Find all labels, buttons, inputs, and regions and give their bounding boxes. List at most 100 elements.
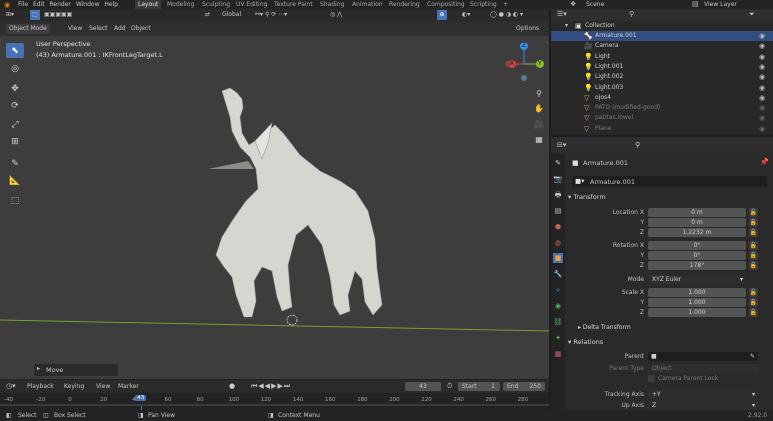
physics-tab-icon[interactable]: ◉ (553, 301, 563, 311)
zoom-icon[interactable]: ⚲ (532, 86, 546, 100)
shading-mode-icons[interactable]: ◯ ● ◑ ◐ ▾ (490, 10, 523, 20)
lock-icon[interactable]: 🔓 (749, 298, 758, 307)
outliner-row[interactable]: ▽ PATO (modified-good) ◉ (551, 103, 773, 113)
lock-icon[interactable]: 🔓 (749, 308, 758, 317)
tab-modeling[interactable]: Modeling (167, 0, 194, 9)
editor-type-icon[interactable]: ⊞▾ (6, 10, 14, 20)
viewport-menu-view[interactable]: View (68, 24, 82, 34)
texture-tab-icon[interactable]: ▦ (553, 349, 563, 359)
pin-icon[interactable]: 📌 (760, 158, 769, 166)
gizmo-toggle-icon[interactable]: ⊕ (437, 10, 447, 20)
timeline-menu-keying[interactable]: Keying (64, 383, 84, 390)
lock-icon[interactable]: 🔓 (749, 241, 758, 250)
stopwatch-icon[interactable]: ⏱ (447, 382, 452, 391)
lock-icon[interactable]: 🔓 (749, 251, 758, 260)
transform-orientation-dropdown[interactable]: Global (222, 10, 241, 20)
scale-x-field[interactable]: 1.000 (648, 288, 746, 297)
object-mode-dropdown[interactable]: Object Mode (6, 24, 50, 34)
location-x-field[interactable]: 0 m (648, 208, 746, 217)
visibility-eye-icon[interactable]: ◉ (759, 72, 765, 82)
scale-tool-icon[interactable]: ⤢ (6, 117, 24, 132)
measure-tool-icon[interactable]: 📐 (6, 173, 24, 188)
scene-tab-icon[interactable]: ⬢ (553, 222, 563, 232)
camera-parent-lock-checkbox[interactable] (648, 375, 655, 382)
timeline-menu-playback[interactable]: Playback (27, 383, 54, 390)
tab-sculpting[interactable]: Sculpting (202, 0, 230, 9)
visibility-eye-icon[interactable]: ◉ (759, 124, 765, 134)
visibility-eye-icon[interactable]: ◉ (759, 113, 765, 123)
tab-texture-paint[interactable]: Texture Paint (274, 0, 313, 9)
scene-selector[interactable]: Scene (586, 0, 604, 9)
parent-field[interactable]: ■ ✎ (648, 352, 758, 361)
view-layer-tab-icon[interactable]: ▤ (553, 206, 563, 216)
lock-icon[interactable]: 🔓 (749, 228, 758, 237)
visibility-eye-icon[interactable]: ◉ (759, 52, 765, 62)
cursor-tool-icon[interactable]: ◎ (6, 61, 24, 76)
outliner-filter-icon[interactable]: ⏷ (749, 10, 755, 19)
visibility-eye-icon[interactable]: ◉ (759, 83, 765, 93)
add-workspace-button[interactable]: + (503, 0, 508, 9)
outliner-row[interactable]: ▽ Plane ◉ (551, 124, 773, 134)
outliner-editor-icon[interactable]: ☰▾ (557, 10, 567, 18)
select-tool-icon[interactable]: ⬉ (6, 43, 24, 58)
outliner-row[interactable]: 🦴 Armature.001 ◉ (551, 31, 773, 41)
timeline-menu-view[interactable]: View (96, 383, 110, 390)
last-operator-panel[interactable]: ▸ Move (34, 364, 118, 376)
lock-icon[interactable]: 🔓 (749, 288, 758, 297)
properties-editor-icon[interactable]: ⊟▾ (557, 141, 566, 149)
tab-rendering[interactable]: Rendering (389, 0, 420, 9)
up-axis-dropdown[interactable]: Z ▾ (648, 401, 758, 410)
camera-view-icon[interactable]: 🎥 (532, 117, 546, 131)
start-frame-field[interactable]: Start 1 (458, 382, 500, 391)
timeline-editor-icon[interactable]: ◷▾ (6, 382, 16, 390)
visibility-eye-icon[interactable]: ◉ (759, 31, 765, 41)
modifier-tab-icon[interactable]: 🔧 (553, 269, 563, 279)
pivot-icon[interactable]: ⚯▾ ⚲ ⟳ ⋯▾ (255, 10, 287, 20)
3d-viewport[interactable] (0, 9, 549, 379)
camera-parent-lock-row[interactable]: Camera Parent Lock (648, 375, 758, 384)
location-z-field[interactable]: 1.2232 m (648, 228, 746, 237)
view-layer-selector[interactable]: View Layer (704, 0, 737, 9)
move-tool-icon[interactable]: ✥ (6, 81, 24, 96)
timeline-menu-marker[interactable]: Marker (118, 383, 139, 390)
menu-file[interactable]: File (18, 0, 28, 9)
outliner-row[interactable]: 🎥 Camera ◉ (551, 41, 773, 51)
pan-hand-icon[interactable]: ✋ (532, 101, 546, 115)
menu-help[interactable]: Help (104, 0, 118, 9)
visibility-eye-icon[interactable]: ◉ (759, 41, 765, 51)
viewport-menu-object[interactable]: Object (131, 24, 151, 34)
delta-transform-header[interactable]: ▸ Delta Transform (578, 322, 773, 334)
lock-icon[interactable]: 🔓 (749, 208, 758, 217)
orientation-icon[interactable]: ⇄ (205, 10, 210, 20)
select-box-icon[interactable]: ⬚ (30, 10, 40, 20)
object-name-row[interactable]: ■ Armature.001 📌 (572, 158, 769, 169)
object-name-field[interactable]: ■▾ Armature.001 (572, 176, 767, 187)
parent-type-dropdown[interactable]: Object (648, 364, 758, 373)
outliner-row[interactable]: 💡 Light.001 ◉ (551, 62, 773, 72)
data-tab-icon[interactable]: ✦ (553, 333, 563, 343)
viewport-menu-add[interactable]: Add (114, 24, 126, 34)
transform-panel-header[interactable]: ▾ Transform (568, 191, 768, 203)
lock-icon[interactable]: 🔓 (749, 261, 758, 270)
selection-mode-icons[interactable]: ▣▣▣▣▣ (44, 10, 72, 20)
proportional-editing-icon[interactable]: ◎ ⋀ (330, 10, 342, 20)
relations-panel-header[interactable]: ▾ Relations (568, 336, 768, 348)
world-tab-icon[interactable]: ◍ (553, 238, 563, 248)
add-cube-tool-icon[interactable]: ⬚ (6, 193, 24, 208)
constraints-tab-icon[interactable]: ⛓ (553, 317, 563, 327)
lock-icon[interactable]: 🔓 (749, 218, 758, 227)
outliner-search-icon[interactable]: ⚲ (629, 10, 634, 18)
eyedropper-icon[interactable]: ✎ (750, 352, 755, 361)
rotate-tool-icon[interactable]: ⟳ (6, 98, 24, 113)
render-tab-icon[interactable]: 📷 (553, 174, 563, 184)
rotation-mode-dropdown[interactable]: XYZ Euler ▾ (648, 275, 746, 284)
visibility-eye-icon[interactable]: ◉ (759, 62, 765, 72)
tracking-axis-dropdown[interactable]: +Y ▾ (648, 390, 758, 399)
outliner-row[interactable]: ▽ patitas.lowel ◉ (551, 113, 773, 123)
perspective-toggle-icon[interactable]: ▦ (532, 132, 546, 146)
outliner-collection-row[interactable]: ▾ ▣ Collection (551, 21, 773, 31)
particles-tab-icon[interactable]: ⟡ (553, 285, 563, 295)
properties-search-icon[interactable]: ⚲ (635, 141, 640, 149)
object-tab-icon[interactable]: ■ (553, 253, 563, 263)
playback-controls-icon[interactable]: ⏮◀◀▶▶⏭ (251, 382, 291, 391)
